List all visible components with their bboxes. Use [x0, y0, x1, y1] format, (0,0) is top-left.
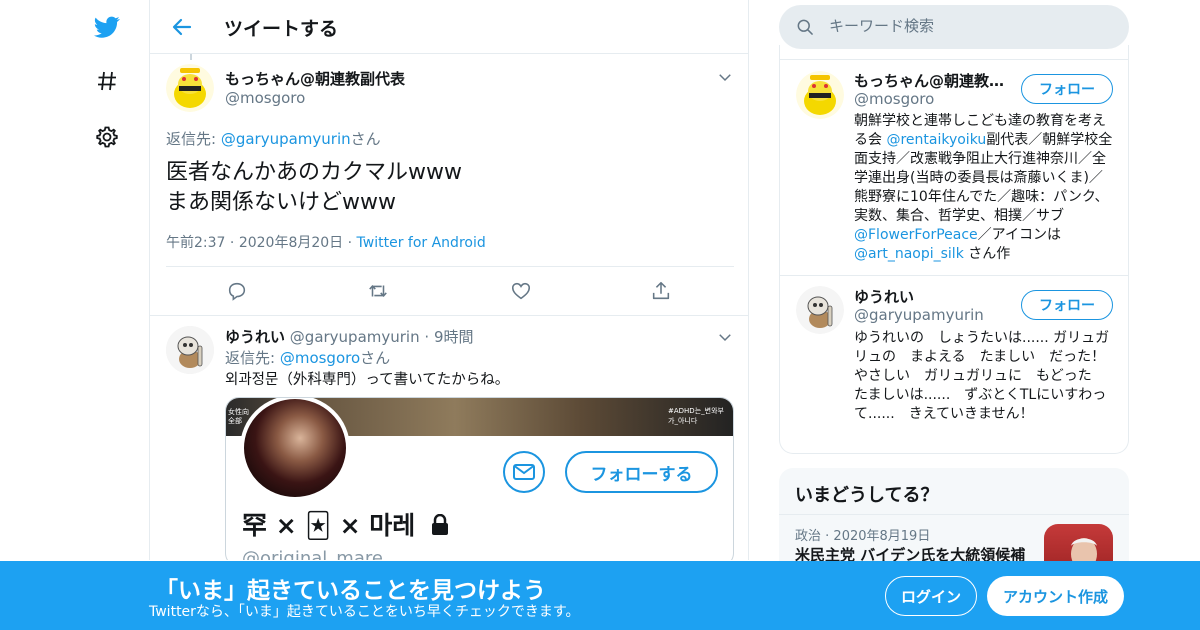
card-display-name: 罕 × 🃏 × 마레	[242, 506, 450, 542]
profile-name[interactable]: もっちゃん@朝連教…	[854, 70, 1014, 91]
divider	[150, 315, 748, 316]
embedded-image[interactable]: 女性向 全部 #ADHD는_변와부가_아니다 フォローする 罕 × 🃏 × 마레…	[225, 397, 734, 560]
banner-subtext: Twitterなら、「いま」起きていることをいち早くチェックできます。	[149, 604, 580, 620]
meta-separator: ·	[424, 328, 434, 346]
hashtag-icon[interactable]	[92, 66, 122, 96]
divider	[780, 59, 1128, 60]
back-arrow-icon[interactable]	[170, 15, 194, 39]
reply-handle-link[interactable]: @mosgoro	[280, 349, 360, 367]
tweet-date[interactable]: 2020年8月20日	[239, 235, 343, 251]
bio-mention-link[interactable]: @FlowerForPeace	[854, 227, 978, 243]
profile-name[interactable]: ゆうれい	[854, 286, 914, 307]
tweet-text-line: まあ関係ないけどwww	[166, 190, 396, 215]
meta-separator: ·	[347, 235, 357, 251]
card-follow-button[interactable]: フォローする	[565, 451, 718, 493]
trend-date: 2020年8月19日	[833, 529, 931, 544]
reply-context: 返信先: @garyupamyurinさん	[166, 128, 381, 149]
tweet-text-line: 医者なんかあのカクマルwww	[166, 160, 462, 185]
reply-prefix: 返信先:	[166, 130, 221, 148]
reply-prefix: 返信先:	[225, 349, 280, 367]
mail-icon[interactable]	[503, 451, 545, 493]
avatar[interactable]	[166, 326, 214, 374]
profile-bio: 朝鮮学校と連帯しこども達の教育を考える会 @rentaikyoiku副代表／朝鮮…	[854, 112, 1114, 264]
author-handle[interactable]: @mosgoro	[225, 89, 305, 107]
card-handle: @original_mare	[242, 548, 383, 560]
bio-text: さん作	[963, 246, 1011, 262]
page-title: ツイートする	[224, 18, 339, 40]
profile-photo	[240, 398, 350, 501]
login-button[interactable]: ログイン	[885, 576, 977, 616]
chevron-down-icon[interactable]	[716, 68, 736, 88]
reply-context: 返信先: @mosgoroさん	[225, 347, 390, 368]
profile-handle[interactable]: @mosgoro	[854, 90, 934, 108]
author-name[interactable]: ゆうれい	[225, 328, 285, 346]
signup-banner: 「いま」起きていることを見つけよう Twitterなら、「いま」起きていることを…	[0, 561, 1200, 630]
search-icon	[795, 17, 815, 37]
like-icon[interactable]	[510, 280, 534, 304]
avatar[interactable]	[166, 64, 214, 112]
tweet-time[interactable]: 午前2:37	[166, 235, 225, 251]
share-icon[interactable]	[650, 280, 674, 304]
meta-separator: ·	[229, 235, 239, 251]
page-header: ツイートする	[150, 0, 748, 54]
follow-button[interactable]: フォロー	[1021, 74, 1113, 104]
reply-suffix: さん	[360, 349, 391, 367]
reply-suffix: さん	[350, 130, 381, 148]
avatar[interactable]	[796, 71, 844, 119]
gear-icon[interactable]	[92, 122, 122, 152]
tweet-text: 외과정문（外科専門）って書いてたからね。	[225, 372, 510, 388]
retweet-icon[interactable]	[367, 280, 391, 304]
profile-bio: ゆうれいの しょうたいは...... ガリュガリュの まよえる たましい だった…	[854, 330, 1110, 422]
tweet-time-ago[interactable]: 9時間	[434, 328, 474, 346]
author-handle[interactable]: @garyupamyurin	[290, 328, 420, 346]
bio-mention-link[interactable]: @art_naopi_silk	[854, 246, 964, 262]
profile-handle[interactable]: @garyupamyurin	[854, 306, 984, 324]
author-name[interactable]: もっちゃん@朝連教副代表	[225, 68, 405, 89]
tweet-meta: 午前2:37 · 2020年8月20日 · Twitter for Androi…	[166, 232, 486, 252]
twitter-bird-icon[interactable]	[92, 12, 122, 42]
divider	[779, 514, 1129, 515]
banner-headline: 「いま」起きていることを見つけよう	[155, 578, 546, 604]
trend-category: 政治	[795, 529, 822, 544]
search-box[interactable]	[779, 5, 1129, 49]
related-profiles: もっちゃん@朝連教… @mosgoro フォロー 朝鮮学校と連帯しこども達の教育…	[779, 45, 1129, 454]
card-display-name-text: 罕 × 🃏 × 마레	[242, 511, 416, 540]
chevron-down-icon[interactable]	[716, 328, 736, 348]
reply-header: ゆうれい @garyupamyurin · 9時間	[225, 326, 474, 347]
lock-icon	[430, 513, 450, 542]
search-input[interactable]	[829, 17, 1109, 35]
avatar[interactable]	[796, 286, 844, 334]
tweet-text: 医者なんかあのカクマルwww まあ関係ないけどwww	[166, 158, 462, 218]
divider	[780, 275, 1128, 276]
bio-mention-link[interactable]: @rentaikyoiku	[886, 132, 986, 148]
bio-text: ／アイコンは	[977, 227, 1061, 243]
thread-line	[190, 54, 192, 60]
tweet-source[interactable]: Twitter for Android	[357, 235, 486, 251]
reply-handle-link[interactable]: @garyupamyurin	[221, 130, 351, 148]
banner-right-text: #ADHD는_변와부가_아니다	[668, 407, 724, 425]
signup-button[interactable]: アカウント作成	[987, 576, 1124, 616]
left-nav	[80, 0, 140, 560]
divider	[166, 266, 734, 267]
follow-button[interactable]: フォロー	[1021, 290, 1113, 320]
trends-title: いまどうしてる？	[795, 485, 939, 506]
trend-meta: 政治 · 2020年8月19日	[795, 525, 930, 544]
reply-icon[interactable]	[226, 280, 250, 304]
main-column: ツイートする もっちゃん@朝連教副代表 @mosgoro 返信先: @garyu…	[149, 0, 749, 560]
